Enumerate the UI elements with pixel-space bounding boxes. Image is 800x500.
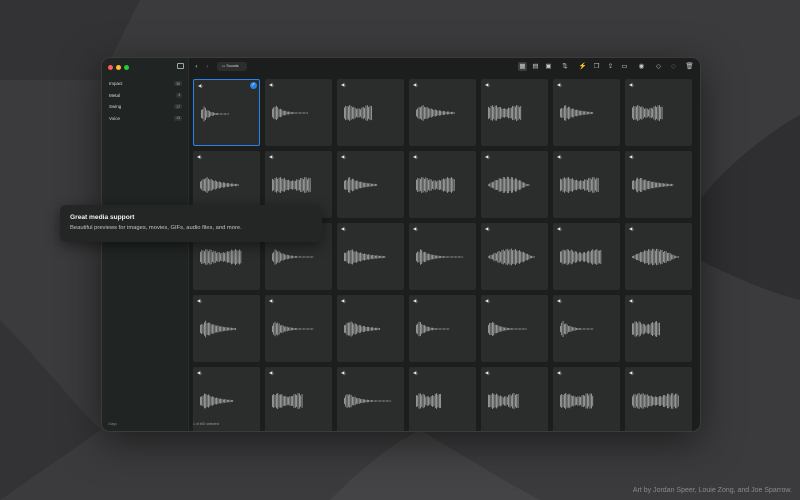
waveform [560, 321, 594, 338]
waveform [201, 106, 229, 122]
audio-thumbnail[interactable]: ◀︎) [481, 295, 548, 362]
waveform [560, 105, 594, 121]
tag-count-badge: 13 [174, 115, 182, 121]
audio-thumbnail[interactable]: ◀︎) [553, 151, 620, 218]
waveform [416, 321, 450, 337]
audio-thumbnail[interactable]: ◀︎) [409, 79, 476, 146]
waveform [632, 248, 679, 266]
tag-off-icon[interactable]: ◇ [669, 62, 678, 71]
audio-thumbnail[interactable]: ◀︎) [553, 223, 620, 290]
sidebar-item-swing[interactable]: Swing 17 [105, 101, 185, 113]
tag-icon[interactable]: ◇ [654, 62, 663, 71]
copy-icon[interactable]: ❐ [592, 62, 601, 71]
sidebar-item-label: Swing [109, 104, 122, 110]
sidebar-item-label: Voice [109, 115, 121, 121]
audio-thumbnail[interactable]: ◀︎) [625, 79, 692, 146]
waveform [416, 249, 463, 265]
audio-thumbnail[interactable]: ◀︎) [481, 223, 548, 290]
waveform [416, 177, 455, 193]
zoom-window-button[interactable] [124, 65, 129, 70]
main-content: ‹ › ▭ Sounds ▦ ▤ ▣ ⇅ ⚡ ❐ ⇪ ▭ ◉ ◇ ◇ 🗑 ◀︎)… [189, 58, 700, 431]
breadcrumb[interactable]: ▭ Sounds [217, 62, 247, 71]
audio-thumbnail[interactable]: ◀︎) [193, 295, 260, 362]
sidebar-icon[interactable] [177, 63, 184, 69]
toolbar: ‹ › ▭ Sounds ▦ ▤ ▣ ⇅ ⚡ ❐ ⇪ ▭ ◉ ◇ ◇ 🗑 [189, 58, 700, 76]
waveform [632, 177, 674, 193]
tag-count-footer: 4 tags [108, 422, 117, 426]
waveform [488, 322, 527, 336]
tag-count-badge: 17 [174, 104, 182, 110]
audio-thumbnail[interactable]: ◀︎) [265, 295, 332, 362]
audio-thumbnail[interactable]: ◀︎) [625, 151, 692, 218]
selection-count: 1 of 460 selected [193, 422, 219, 426]
audio-thumbnail[interactable]: ◀︎) [409, 295, 476, 362]
waveform [200, 320, 236, 338]
share-icon[interactable]: ⇪ [606, 62, 615, 71]
audio-thumbnail[interactable]: ◀︎) [409, 151, 476, 218]
sidebar-item-voice[interactable]: Voice 13 [105, 113, 185, 125]
feature-tooltip: Great media support Beautiful previews f… [60, 205, 322, 242]
back-icon[interactable]: ‹ [192, 62, 201, 71]
tag-list: Impact 30 Metal 3 Swing 17 Voice 13 [105, 78, 185, 124]
audio-thumbnail[interactable]: ◀︎) [265, 79, 332, 146]
waveform [344, 321, 380, 337]
waveform [344, 249, 386, 265]
sidebar-item-label: Metal [109, 92, 121, 98]
window-controls [108, 65, 129, 70]
waveform [632, 321, 660, 337]
forward-icon[interactable]: › [203, 62, 212, 71]
sidebar-item-impact[interactable]: Impact 30 [105, 78, 185, 90]
list-view-icon[interactable]: ▤ [531, 62, 540, 71]
folder-open-icon[interactable]: ▭ [620, 62, 629, 71]
waveform [632, 104, 663, 122]
audio-thumbnail[interactable]: ◀︎) [337, 295, 404, 362]
audio-thumbnail[interactable]: ◀︎) [481, 79, 548, 146]
minimize-window-button[interactable] [116, 65, 121, 70]
audio-thumbnail[interactable]: ◀︎) [337, 223, 404, 290]
waveform [560, 177, 599, 193]
tag-count-badge: 3 [176, 92, 182, 98]
audio-thumbnail[interactable]: ◀︎) [409, 223, 476, 290]
eye-icon[interactable]: ◉ [637, 62, 646, 71]
audio-thumbnail[interactable]: ◀︎) [625, 295, 692, 362]
tooltip-subtitle: Beautiful previews for images, movies, G… [70, 225, 242, 231]
breadcrumb-label: Sounds [226, 64, 239, 68]
sort-icon[interactable]: ⇅ [559, 62, 571, 71]
sidebar-item-metal[interactable]: Metal 3 [105, 90, 185, 102]
trash-icon[interactable]: 🗑 [685, 62, 694, 71]
waveform [344, 177, 378, 193]
waveform [272, 321, 314, 337]
audio-thumbnail[interactable]: ◀︎) [553, 79, 620, 146]
audio-thumbnail[interactable]: ◀︎) [553, 295, 620, 362]
audio-thumbnail[interactable]: ◀︎) [625, 223, 692, 290]
waveform [488, 105, 522, 121]
tooltip-title: Great media support [70, 214, 135, 221]
app-window: Impact 30 Metal 3 Swing 17 Voice 13 4 ta… [101, 57, 701, 432]
gallery-view-icon[interactable]: ▣ [544, 62, 553, 71]
waveform [488, 248, 535, 266]
art-credit: Art by Jordan Speer, Louie Zong, and Joe… [632, 487, 792, 494]
sidebar: Impact 30 Metal 3 Swing 17 Voice 13 4 ta… [102, 58, 189, 431]
sidebar-item-label: Impact [109, 81, 123, 87]
audio-thumbnail[interactable]: ◀︎) [337, 79, 404, 146]
audio-thumbnail[interactable]: ◀︎) ✓ [193, 79, 260, 146]
grid-view-icon[interactable]: ▦ [518, 62, 527, 71]
bolt-icon[interactable]: ⚡ [578, 62, 587, 71]
audio-thumbnail[interactable]: ◀︎) [337, 151, 404, 218]
waveform [488, 176, 530, 194]
audio-thumbnail[interactable]: ◀︎) [481, 151, 548, 218]
tag-count-badge: 30 [174, 81, 182, 87]
waveform [416, 105, 455, 121]
status-bar: 1 of 460 selected [189, 417, 700, 431]
waveform [560, 248, 602, 266]
waveform [272, 105, 308, 121]
waveform [344, 104, 372, 122]
close-window-button[interactable] [108, 65, 113, 70]
